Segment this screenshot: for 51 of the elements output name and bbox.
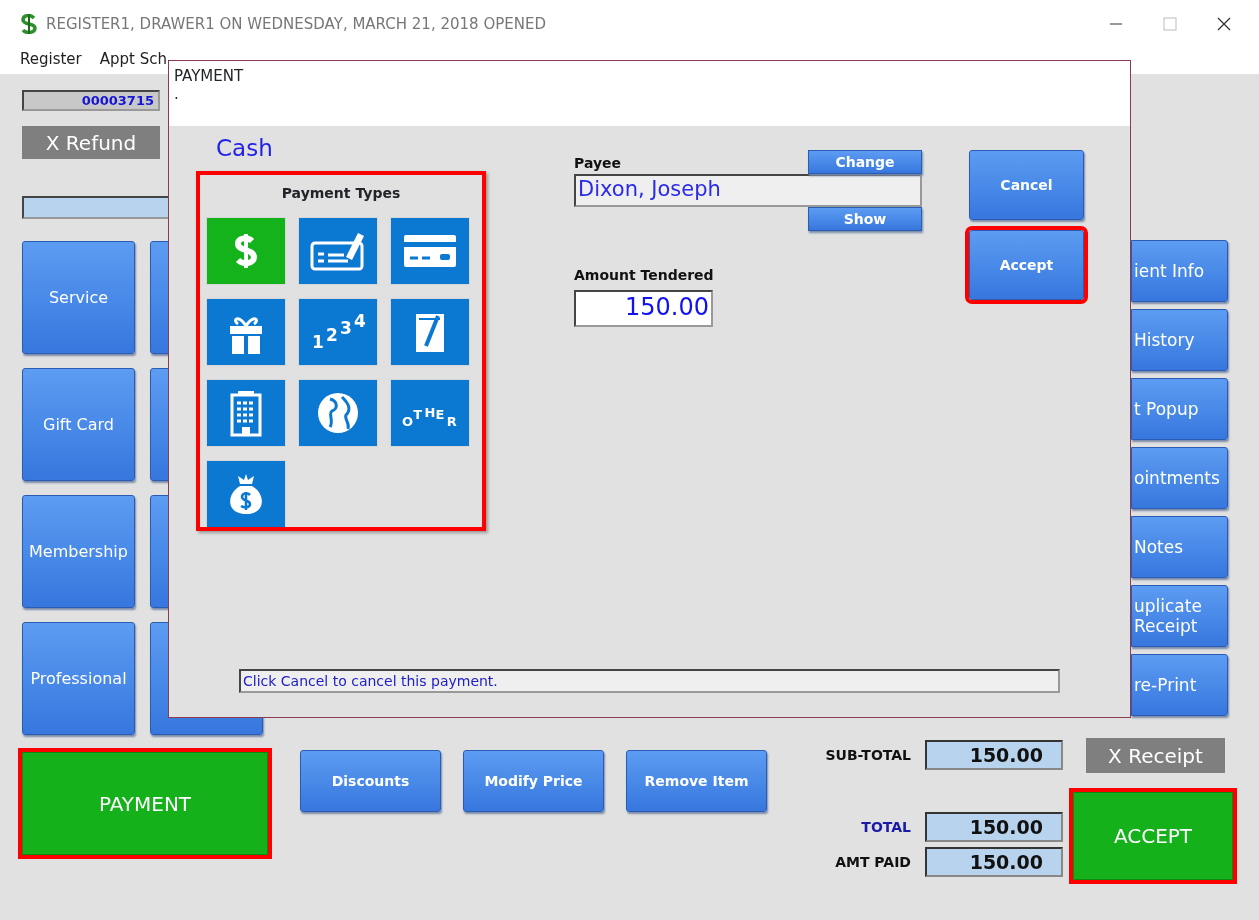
amount-field[interactable]: 150.00 [574, 290, 713, 327]
receipt-number-field: 00003715 [22, 90, 160, 111]
side-button[interactable]: re-Print [1131, 654, 1228, 716]
side-button[interactable]: ointments [1131, 447, 1228, 509]
side-button[interactable]: t Popup [1131, 378, 1228, 440]
money-icon [20, 14, 38, 34]
payment-type-tile[interactable] [390, 217, 470, 285]
payee-field[interactable]: Dixon, Joseph [574, 174, 922, 207]
payment-type-tile[interactable] [206, 379, 286, 447]
category-button[interactable]: Membership [22, 495, 135, 608]
numbers-label: 1234 [312, 311, 366, 352]
category-button[interactable]: Service [22, 241, 135, 354]
side-button[interactable]: History [1131, 309, 1228, 371]
amount-label: Amount Tendered [574, 266, 715, 285]
payment-type-tile[interactable] [298, 379, 378, 447]
payee-label: Payee [574, 154, 622, 173]
menu-item[interactable]: Register [20, 48, 82, 74]
category-button[interactable]: Professional [22, 622, 135, 735]
status-field: Click Cancel to cancel this payment. [239, 669, 1060, 693]
action-button[interactable]: Modify Price [463, 750, 604, 812]
total-field: 150.00 [925, 812, 1063, 842]
window-title: REGISTER1, DRAWER1 ON WEDNESDAY, MARCH 21, 2018 OPENED [46, 13, 546, 35]
payment-type-tile[interactable] [206, 298, 286, 366]
total-label: AMT PAID [834, 852, 911, 872]
action-button[interactable]: Remove Item [626, 750, 767, 812]
close-icon [1217, 17, 1231, 31]
side-button[interactable]: ient Info [1131, 240, 1228, 302]
menu-item[interactable]: Appt Sch [99, 48, 167, 74]
side-button[interactable]: uplicate Receipt [1131, 585, 1228, 647]
dialog-button[interactable]: Cancel [969, 150, 1084, 220]
category-button[interactable]: Gift Card [22, 368, 135, 481]
total-label: SUB-TOTAL [824, 745, 911, 765]
total-field: 150.00 [925, 847, 1063, 877]
panel-title: Payment Types [280, 184, 402, 203]
change-button[interactable]: Change [808, 150, 922, 174]
total-field: 150.00 [925, 740, 1063, 770]
action-button[interactable]: Discounts [300, 750, 441, 812]
payment-type-tile[interactable] [298, 217, 378, 285]
payment-type-tile[interactable]: 1234 [298, 298, 378, 366]
total-label: TOTAL [860, 817, 911, 837]
refund-button[interactable]: X Refund [22, 126, 160, 159]
receipt-button[interactable]: X Receipt [1086, 738, 1225, 773]
dialog-title: PAYMENT [174, 67, 245, 85]
payment-type-tile[interactable] [206, 460, 286, 527]
payment-type-tile[interactable] [206, 217, 286, 285]
side-button[interactable]: Notes [1131, 516, 1228, 578]
dialog-subtitle: . [174, 85, 180, 103]
payment-type-tile[interactable] [390, 298, 470, 366]
maximize-icon [1163, 17, 1177, 31]
payment-method: Cash [216, 134, 274, 163]
show-button[interactable]: Show [808, 207, 922, 231]
